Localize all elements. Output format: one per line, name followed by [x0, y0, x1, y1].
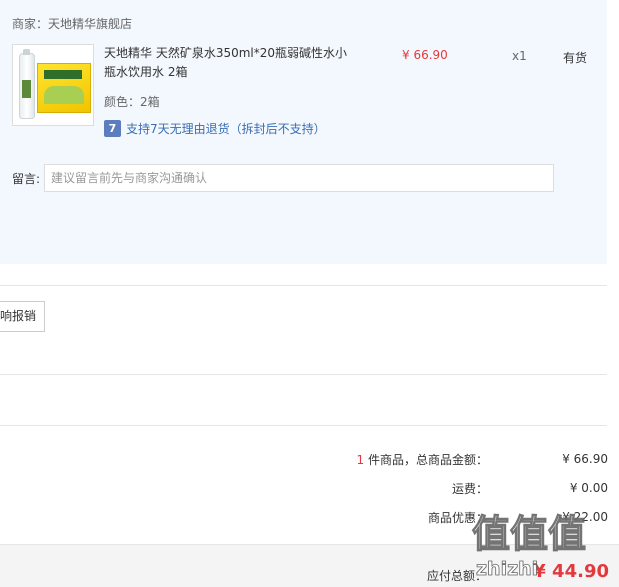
- box-image: [37, 63, 91, 113]
- product-title[interactable]: 天地精华 天然矿泉水350ml*20瓶弱碱性水小瓶水饮用水 2箱: [104, 44, 354, 82]
- product-price: ¥ 66.90: [402, 48, 448, 62]
- return-policy[interactable]: 7 支持7天无理由退货（拆封后不支持）: [104, 120, 326, 137]
- product-quantity: x1: [512, 49, 527, 63]
- remark-input[interactable]: [44, 164, 554, 192]
- shipping-label: 运费：: [451, 481, 488, 496]
- discount-value: -¥ 22.00: [557, 510, 608, 524]
- discount-label: 商品优惠：: [427, 510, 488, 525]
- payable-total-value: ¥ 44.90: [533, 561, 609, 582]
- remark-label: 留言:: [12, 172, 41, 186]
- payable-total-label: 应付总额：: [427, 569, 488, 583]
- seven-day-return-icon: 7: [104, 120, 121, 137]
- goods-total-row: 1 件商品，总商品金额： ¥ 66.90: [357, 451, 608, 467]
- divider: [0, 285, 607, 286]
- reimburse-button[interactable]: 响报销: [0, 301, 45, 332]
- goods-total-label: 件商品，总商品金额：: [364, 452, 488, 467]
- product-color: 颜色：2箱: [104, 95, 160, 109]
- shop-order-panel: 商家：天地精华旗舰店 天地精华 天然矿泉水350ml*20瓶弱碱性水小瓶水饮用水…: [0, 0, 607, 264]
- product-thumbnail[interactable]: [12, 44, 94, 126]
- shipping-value: ¥ 0.00: [569, 481, 608, 495]
- divider: [0, 425, 607, 426]
- goods-total-value: ¥ 66.90: [562, 452, 608, 466]
- shipping-row: 运费： ¥ 0.00: [452, 480, 608, 496]
- divider: [0, 374, 607, 375]
- stock-status: 有货: [563, 51, 588, 65]
- discount-row: 商品优惠： -¥ 22.00: [428, 509, 608, 525]
- shop-name[interactable]: 商家：天地精华旗舰店: [12, 15, 132, 32]
- bottle-image: [19, 49, 35, 119]
- return-policy-text: 支持7天无理由退货（拆封后不支持）: [126, 122, 326, 136]
- payment-footer: 应付总额： ¥ 44.90: [0, 544, 619, 587]
